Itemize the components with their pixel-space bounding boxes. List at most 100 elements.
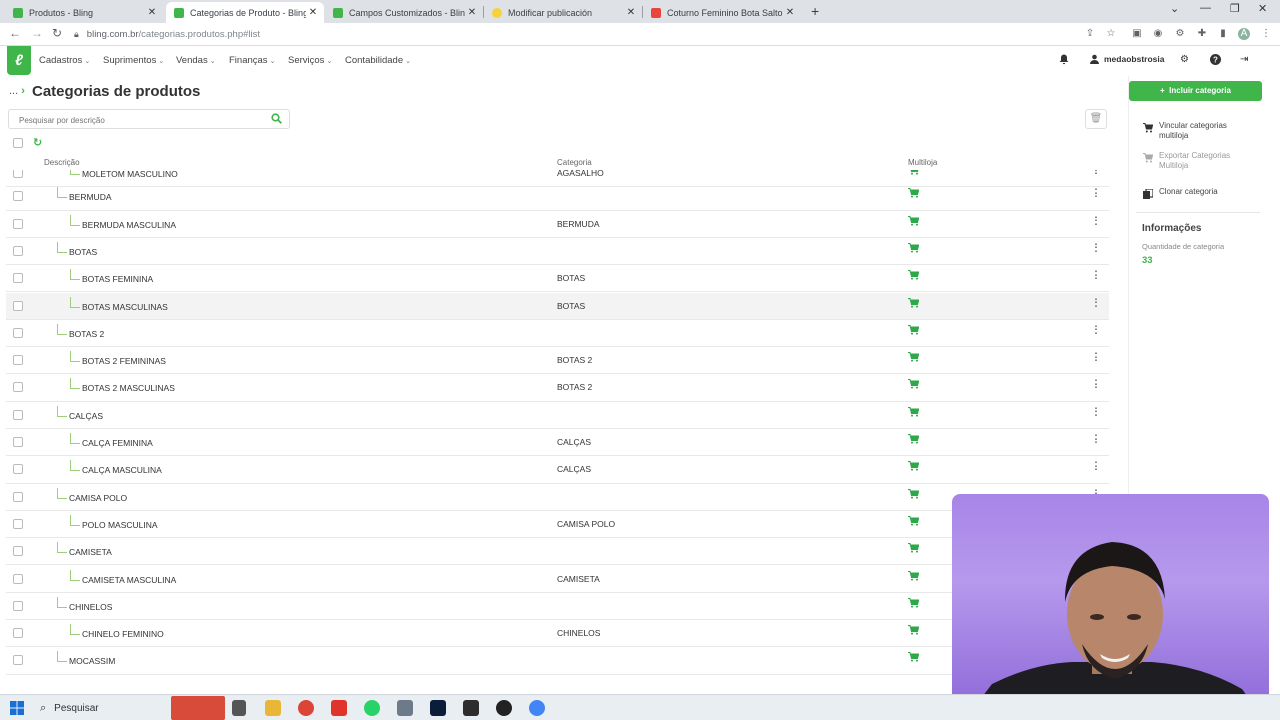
table-row[interactable]: POLO MASCULINACAMISA POLO•••	[6, 511, 1109, 539]
row-checkbox[interactable]	[13, 600, 23, 611]
restore-button[interactable]: ❐	[1230, 2, 1240, 15]
row-more-icon[interactable]: •••	[1094, 188, 1098, 200]
back-icon[interactable]: ←	[9, 26, 21, 40]
table-row[interactable]: CALÇAS • • •	[6, 402, 1109, 429]
multiloja-cart-icon[interactable]	[908, 406, 919, 417]
row-checkbox[interactable]	[13, 300, 23, 311]
table-row[interactable]: BOTAS • • •	[6, 238, 1109, 266]
browser-tab[interactable]: Produtos - Bling ✕	[5, 2, 163, 23]
new-tab-button[interactable]: +	[811, 3, 819, 19]
multiloja-cart-icon[interactable]	[908, 297, 919, 308]
row-checkbox[interactable]	[13, 409, 23, 420]
multiloja-cart-icon[interactable]	[908, 242, 919, 253]
chrome-extension-icon[interactable]: ◉	[1152, 28, 1164, 40]
more-menu-icon[interactable]: ⋮	[1260, 28, 1272, 40]
row-more-icon[interactable]: •••	[1094, 270, 1098, 282]
menu-item-4[interactable]: Finanças ⌄	[229, 55, 275, 66]
multiloja-cart-icon[interactable]	[908, 270, 919, 280]
row-checkbox[interactable]	[13, 355, 23, 366]
multiloja-cart-icon[interactable]	[908, 543, 919, 553]
multiloja-cart-icon[interactable]	[908, 434, 919, 444]
menu-item-3[interactable]: Vendas ⌄	[176, 55, 216, 66]
row-checkbox[interactable]	[13, 573, 23, 584]
table-row[interactable]: CAMISETA MASCULINACAMISETA•••	[6, 566, 1109, 593]
table-row[interactable]: CHINELOS•••	[6, 593, 1109, 621]
browser-tab[interactable]: Coturno Feminino Bota Salto Bai✕	[643, 2, 801, 23]
row-checkbox[interactable]	[13, 518, 23, 529]
url-field[interactable]: 🔒︎ bling.com.br/categorias.produtos.php#…	[74, 25, 1124, 43]
sidebar-action-2[interactable]: Exportar Categorias Multiloja	[1143, 151, 1245, 171]
multiloja-cart-icon[interactable]	[908, 324, 919, 335]
table-row[interactable]: CHINELO FEMININOCHINELOS•••	[6, 620, 1109, 648]
row-checkbox[interactable]	[13, 170, 23, 178]
table-row[interactable]: CALÇA MASCULINA CALÇAS • • •	[6, 456, 1109, 484]
photoshop-icon[interactable]	[430, 700, 446, 716]
row-more-icon[interactable]: •••	[1094, 434, 1098, 446]
row-checkbox[interactable]	[13, 655, 23, 666]
row-more-icon[interactable]: •••	[1094, 170, 1098, 177]
row-checkbox[interactable]	[13, 382, 23, 393]
extension-gear-icon[interactable]: ⚙	[1174, 28, 1186, 40]
search-icon[interactable]	[271, 113, 282, 124]
anydesk-icon[interactable]	[331, 700, 347, 716]
row-checkbox[interactable]	[13, 628, 23, 639]
taskbar-search[interactable]: ⌕ Pesquisar	[34, 697, 168, 719]
row-more-icon[interactable]: •••	[1094, 324, 1098, 337]
multiloja-cart-icon[interactable]	[908, 652, 919, 662]
table-row[interactable]: BOTAS 2 • • •	[6, 320, 1109, 348]
delete-button[interactable]: 🗑︎	[1085, 109, 1107, 129]
row-checkbox[interactable]	[13, 245, 23, 256]
row-checkbox[interactable]	[13, 546, 23, 557]
tab-search-icon[interactable]: ⌄	[1170, 2, 1179, 15]
multiloja-cart-icon[interactable]	[908, 215, 919, 226]
row-more-icon[interactable]: •••	[1094, 379, 1098, 391]
app-icon[interactable]	[496, 700, 512, 716]
multiloja-cart-icon[interactable]	[908, 188, 919, 198]
browser-tab[interactable]: Categorias de Produto - Bling ✕	[166, 2, 324, 23]
bookmark-star-icon[interactable]: ☆	[1105, 28, 1117, 40]
minimize-button[interactable]: —	[1200, 2, 1211, 14]
browser-tab[interactable]: Modificar publicación ✕	[484, 2, 642, 23]
row-checkbox[interactable]	[13, 464, 23, 475]
settings-gear-icon[interactable]: ⚙	[1180, 54, 1189, 65]
breadcrumb[interactable]: ... ›	[9, 85, 25, 97]
share-icon[interactable]: ⇪	[1084, 28, 1096, 40]
search-input[interactable]	[9, 111, 259, 130]
multiloja-cart-icon[interactable]	[908, 515, 919, 526]
close-window-button[interactable]: ✕	[1258, 2, 1267, 15]
row-checkbox[interactable]	[13, 218, 23, 229]
close-tab-icon[interactable]: ✕	[465, 7, 479, 18]
table-row[interactable]: BERMUDA • • •	[6, 183, 1109, 211]
sidepanel-icon[interactable]: ▮	[1217, 28, 1229, 40]
extension-icon[interactable]: ▣	[1131, 28, 1143, 40]
close-tab-icon[interactable]: ✕	[306, 7, 320, 18]
close-tab-icon[interactable]: ✕	[783, 7, 797, 18]
column-header-descricao[interactable]: Descrição	[44, 158, 80, 167]
row-more-icon[interactable]: •••	[1094, 297, 1098, 310]
row-more-icon[interactable]: •••	[1094, 243, 1098, 255]
menu-item-1[interactable]: Cadastros ⌄	[39, 55, 90, 66]
table-row[interactable]: BOTAS 2 FEMININAS BOTAS 2 • • •	[6, 347, 1109, 375]
profile-avatar[interactable]: A	[1238, 28, 1250, 40]
multiloja-cart-icon[interactable]	[908, 488, 919, 499]
logout-icon[interactable]: ⇥	[1240, 54, 1248, 65]
bling-logo[interactable]: ℓ	[7, 46, 31, 75]
table-row[interactable]: CALÇA FEMININA CALÇAS • • •	[6, 429, 1109, 457]
menu-item-2[interactable]: Suprimentos ⌄	[103, 55, 164, 66]
column-header-categoria[interactable]: Categoria	[557, 158, 592, 167]
forward-icon[interactable]: →	[31, 26, 43, 40]
close-tab-icon[interactable]: ✕	[145, 7, 159, 18]
sidebar-action-3[interactable]: Clonar categoria	[1143, 187, 1245, 199]
multiloja-cart-icon[interactable]	[908, 597, 919, 608]
task-view-icon[interactable]	[232, 700, 246, 716]
row-checkbox[interactable]	[13, 491, 23, 502]
chrome-profile-icon[interactable]	[529, 700, 545, 716]
help-icon[interactable]: ?	[1210, 54, 1221, 68]
reload-icon[interactable]: ↻	[52, 26, 62, 40]
table-row[interactable]: CAMISA POLO•••	[6, 484, 1109, 511]
user-menu[interactable]: medaobstrosia	[1090, 54, 1164, 64]
close-tab-icon[interactable]: ✕	[624, 7, 638, 18]
select-all-checkbox[interactable]	[13, 138, 23, 148]
puzzle-icon[interactable]: ✚	[1196, 28, 1208, 40]
chrome-icon[interactable]	[298, 700, 314, 716]
